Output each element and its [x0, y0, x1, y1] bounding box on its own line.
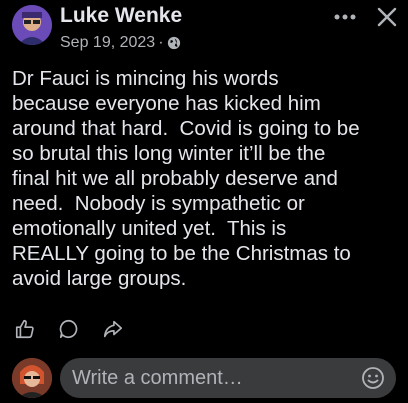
post-actions — [12, 316, 144, 342]
like-icon — [15, 319, 34, 339]
like-button[interactable] — [12, 316, 38, 342]
comment-composer[interactable] — [60, 358, 396, 398]
author-name[interactable]: Luke Wenke — [60, 3, 182, 29]
emoji-button[interactable] — [360, 365, 386, 391]
comment-button[interactable] — [56, 316, 82, 342]
comment-icon — [59, 319, 78, 339]
author-avatar-image — [12, 5, 52, 45]
post-view: Luke Wenke Sep 19, 2023 · Dr Fauci is mi… — [0, 0, 408, 403]
post-meta: Sep 19, 2023 · — [60, 33, 181, 53]
current-user-avatar-image — [12, 358, 52, 398]
current-user-avatar — [12, 358, 52, 398]
share-button[interactable] — [100, 316, 126, 342]
post-date[interactable]: Sep 19, 2023 — [60, 33, 155, 53]
post-text: Dr Fauci is mincing his words because ev… — [12, 67, 360, 290]
emoji-icon — [362, 367, 384, 389]
globe-icon — [167, 36, 180, 50]
close-icon — [377, 7, 397, 27]
author-avatar[interactable] — [12, 5, 52, 45]
comment-input[interactable] — [60, 365, 360, 391]
meta-separator: · — [158, 34, 164, 51]
more-options-button[interactable] — [330, 4, 360, 30]
share-icon — [103, 320, 123, 338]
more-options-icon — [334, 14, 356, 20]
close-button[interactable] — [374, 4, 400, 30]
